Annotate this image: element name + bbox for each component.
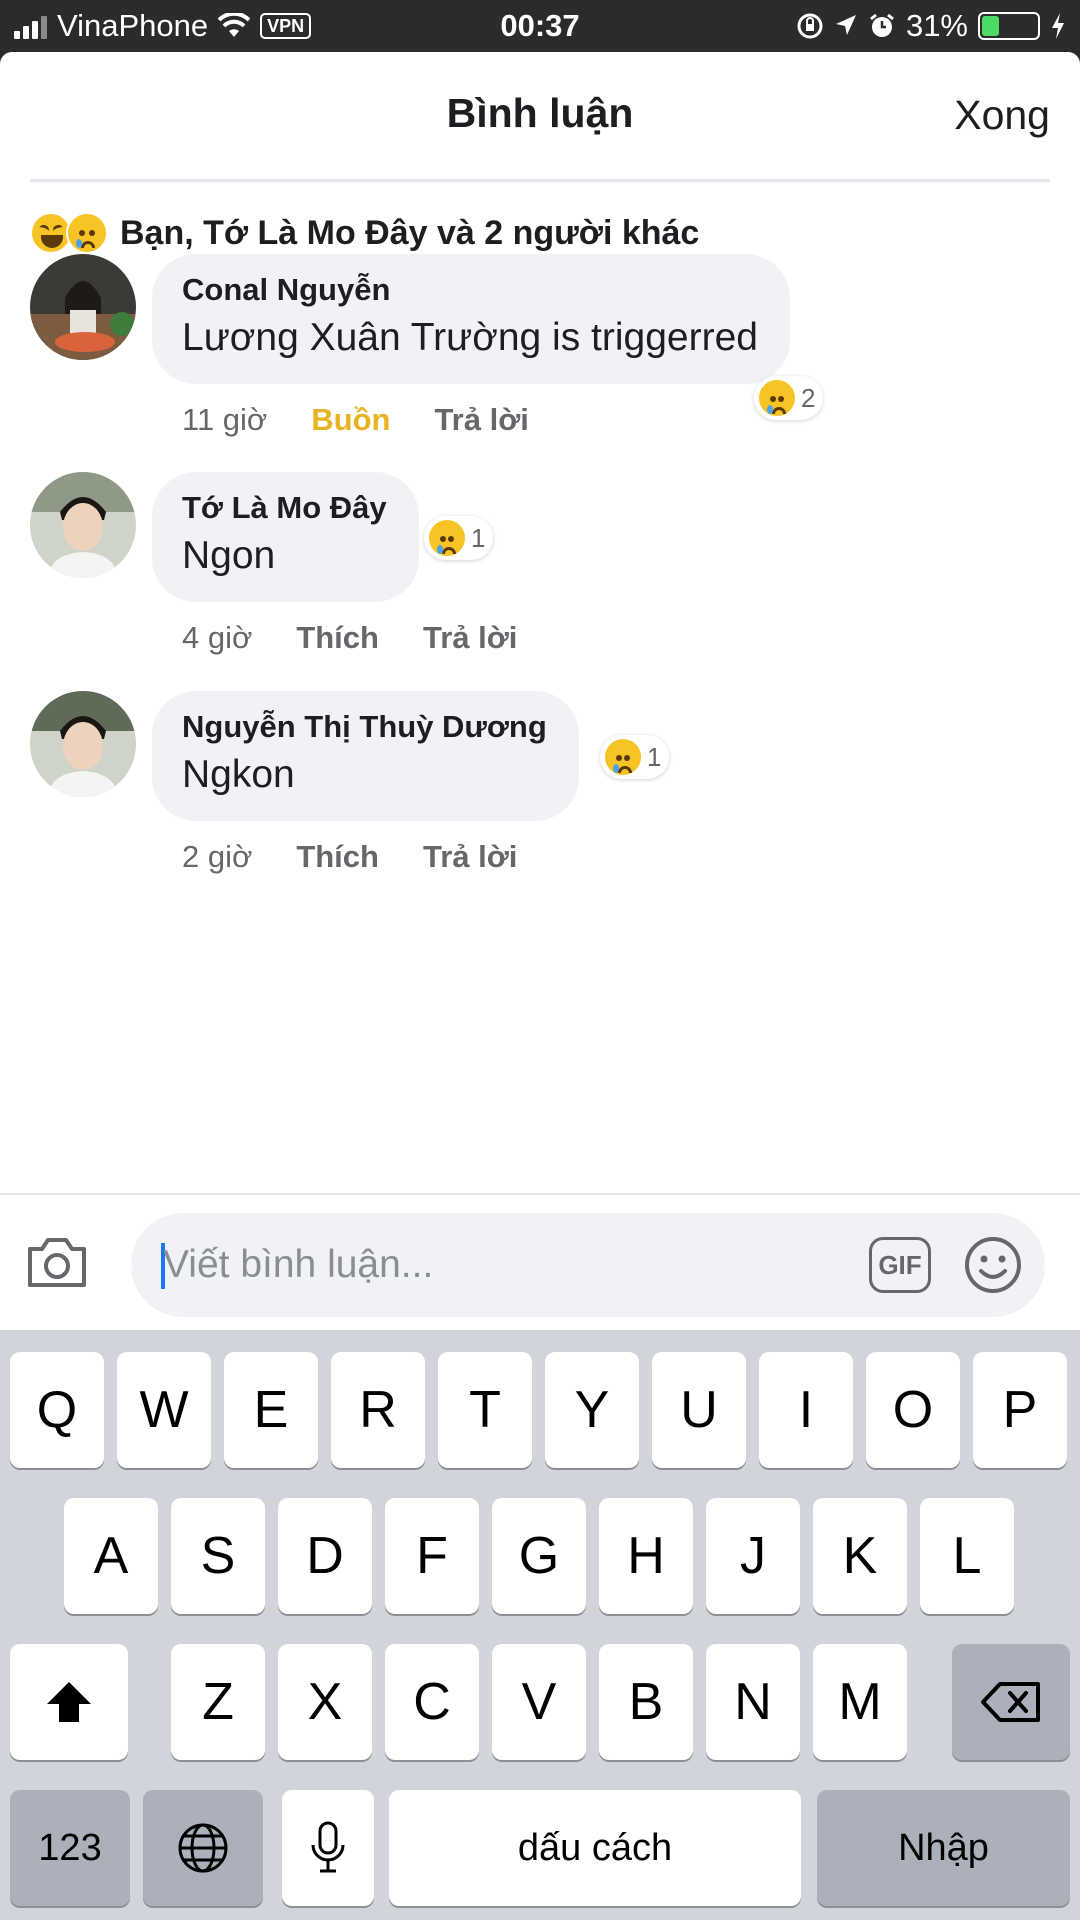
key-u[interactable]: U (652, 1352, 746, 1468)
numbers-key[interactable]: 123 (10, 1790, 130, 1906)
comment-input[interactable]: Viết bình luận... GIF (131, 1213, 1045, 1317)
shift-icon (47, 1682, 91, 1722)
alarm-icon (870, 13, 894, 37)
key-b[interactable]: B (599, 1644, 693, 1760)
sad-icon (757, 378, 797, 418)
reaction-count: 1 (647, 741, 662, 772)
comment-author[interactable]: Conal Nguyễn (182, 272, 758, 308)
comment-item: Tớ Là Mo Đây Ngon 1 4 giờ Thích Trả lời (30, 472, 1030, 655)
battery-percent: 31% (905, 8, 968, 43)
comment-author[interactable]: Nguyễn Thị Thuỳ Dương (182, 709, 547, 745)
avatar[interactable] (30, 472, 136, 578)
comment-composer: Viết bình luận... GIF (0, 1193, 1080, 1330)
key-k[interactable]: K (813, 1498, 907, 1614)
key-f[interactable]: F (385, 1498, 479, 1614)
key-h[interactable]: H (599, 1498, 693, 1614)
globe-icon (178, 1823, 228, 1873)
avatar[interactable] (30, 254, 136, 360)
comment-time: 2 giờ (182, 839, 253, 874)
key-t[interactable]: T (438, 1352, 532, 1468)
comment-bubble[interactable]: Nguyễn Thị Thuỳ Dương Ngkon (152, 691, 579, 821)
key-l[interactable]: L (920, 1498, 1014, 1614)
key-c[interactable]: C (385, 1644, 479, 1760)
key-g[interactable]: G (492, 1498, 586, 1614)
reply-button[interactable]: Trả lời (423, 839, 517, 875)
key-p[interactable]: P (973, 1352, 1067, 1468)
key-r[interactable]: R (331, 1352, 425, 1468)
location-icon (835, 15, 856, 35)
status-bar: VinaPhone VPN 00:37 31% (0, 0, 1080, 52)
globe-key[interactable] (143, 1790, 263, 1906)
key-d[interactable]: D (278, 1498, 372, 1614)
space-key[interactable]: dấu cách (389, 1790, 801, 1906)
comment-text: Ngon (182, 534, 276, 577)
reactions-summary-text: Bạn, Tớ Là Mo Đây và 2 người khác (120, 213, 700, 252)
page-title: Bình luận (446, 90, 634, 136)
key-m[interactable]: M (813, 1644, 907, 1760)
comment-reaction-badge[interactable]: 1 (424, 516, 494, 560)
orientation-lock-icon (797, 13, 823, 39)
reply-button[interactable]: Trả lời (434, 402, 528, 438)
key-s[interactable]: S (171, 1498, 265, 1614)
comments-sheet: Bình luận Xong Bạn, Tớ Là Mo Đây và 2 ng… (0, 52, 1080, 1330)
sheet-header: Bình luận Xong (30, 52, 1050, 182)
sad-icon (427, 518, 467, 558)
backspace-key[interactable] (952, 1644, 1070, 1760)
comment-meta: 4 giờ Thích Trả lời (182, 620, 517, 656)
gif-button[interactable]: GIF (869, 1237, 931, 1293)
camera-icon[interactable] (26, 1235, 88, 1289)
comment-text: Ngkon (182, 753, 295, 796)
charging-icon (1052, 13, 1064, 39)
like-button[interactable]: Thích (296, 839, 379, 875)
key-n[interactable]: N (706, 1644, 800, 1760)
comment-bubble[interactable]: Tớ Là Mo Đây Ngon (152, 472, 419, 602)
status-right: 31% (796, 8, 1066, 44)
key-e[interactable]: E (224, 1352, 318, 1468)
comment-time: 4 giờ (182, 620, 253, 655)
comment-item: Conal Nguyễn Lương Xuân Trường is trigge… (30, 254, 1030, 437)
done-button[interactable]: Xong (954, 92, 1050, 139)
key-a[interactable]: A (64, 1498, 158, 1614)
emoji-icon[interactable] (963, 1235, 1023, 1295)
microphone-icon (311, 1821, 345, 1873)
reaction-count: 1 (471, 522, 486, 553)
dictation-key[interactable] (282, 1790, 374, 1906)
comment-time: 11 giờ (182, 402, 268, 437)
reaction-button[interactable]: Buồn (311, 402, 390, 438)
key-o[interactable]: O (866, 1352, 960, 1468)
key-w[interactable]: W (117, 1352, 211, 1468)
key-x[interactable]: X (278, 1644, 372, 1760)
key-j[interactable]: J (706, 1498, 800, 1614)
reaction-count: 2 (801, 382, 816, 413)
return-key[interactable]: Nhập (817, 1790, 1070, 1906)
comment-item: Nguyễn Thị Thuỳ Dương Ngkon 1 2 giờ Thíc… (30, 691, 1030, 874)
key-q[interactable]: Q (10, 1352, 104, 1468)
avatar[interactable] (30, 691, 136, 797)
reply-button[interactable]: Trả lời (423, 620, 517, 656)
comment-reaction-badge[interactable]: 1 (600, 735, 670, 779)
battery-fill (982, 16, 999, 36)
key-v[interactable]: V (492, 1644, 586, 1760)
sad-icon (603, 737, 643, 777)
battery-icon (978, 12, 1040, 40)
comment-meta: 11 giờ Buồn Trả lời (182, 402, 529, 438)
comment-reaction-badge[interactable]: 2 (754, 376, 824, 420)
keyboard: Q W E R T Y U I O P A S D F G H J K L Z … (0, 1330, 1080, 1920)
comment-author[interactable]: Tớ Là Mo Đây (182, 490, 387, 526)
comment-input-placeholder: Viết bình luận... (163, 1243, 434, 1286)
like-button[interactable]: Thích (296, 620, 379, 656)
shift-key[interactable] (10, 1644, 128, 1760)
key-z[interactable]: Z (171, 1644, 265, 1760)
comment-meta: 2 giờ Thích Trả lời (182, 839, 517, 875)
comment-text: Lương Xuân Trường is triggerred (182, 316, 758, 359)
backspace-icon (981, 1682, 1040, 1722)
key-y[interactable]: Y (545, 1352, 639, 1468)
reactions-summary[interactable]: Bạn, Tớ Là Mo Đây và 2 người khác (30, 212, 699, 254)
key-i[interactable]: I (759, 1352, 853, 1468)
comment-bubble[interactable]: Conal Nguyễn Lương Xuân Trường is trigge… (152, 254, 790, 384)
sad-icon (66, 212, 108, 254)
